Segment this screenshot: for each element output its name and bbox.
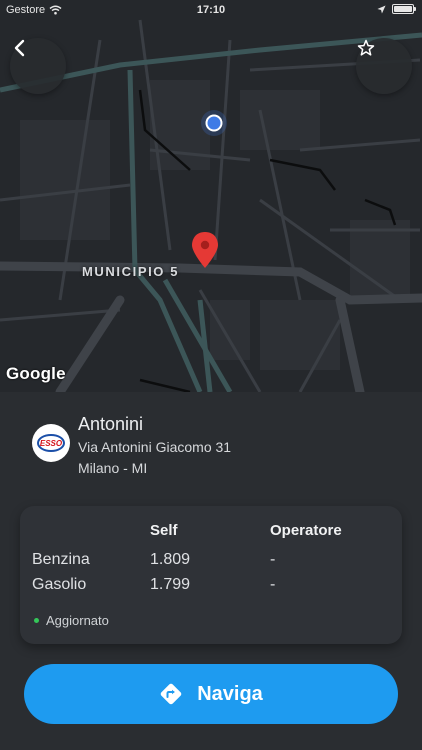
star-icon	[357, 39, 375, 56]
price-operator: -	[270, 576, 276, 593]
user-location-icon	[205, 114, 223, 132]
navigate-button[interactable]: Naviga	[24, 664, 398, 724]
map-view[interactable]: MUNICIPIO 5 Google	[0, 0, 422, 392]
update-status: Aggiornato	[34, 613, 109, 628]
esso-logo-icon: ESSO	[37, 434, 65, 452]
status-bar: Gestore 17:10	[0, 0, 422, 22]
battery-icon	[392, 4, 416, 14]
location-arrow-icon	[377, 4, 386, 14]
column-header-operator: Operatore	[270, 522, 342, 539]
chevron-left-icon	[14, 39, 25, 57]
back-button[interactable]	[10, 38, 66, 94]
price-self: 1.809	[150, 551, 191, 568]
price-card: Self Operatore Benzina 1.809 - Gasolio 1…	[20, 506, 402, 644]
price-self: 1.799	[150, 576, 191, 593]
price-row: Gasolio 1.799 -	[20, 576, 402, 598]
station-name: Antonini	[78, 414, 144, 434]
status-dot-icon	[34, 618, 39, 623]
price-operator: -	[270, 551, 276, 568]
column-header-self: Self	[150, 522, 178, 539]
station-info: ESSO Antonini Via Antonini Giacomo 31 Mi…	[32, 412, 392, 482]
update-status-label: Aggiornato	[46, 613, 109, 628]
station-address: Via Antonini Giacomo 31	[78, 439, 232, 455]
fuel-type: Benzina	[32, 551, 90, 568]
map-area-label: MUNICIPIO 5	[82, 264, 180, 279]
fuel-type: Gasolio	[32, 576, 87, 593]
favorite-button[interactable]	[356, 38, 412, 94]
brand-logo: ESSO	[32, 424, 70, 462]
navigate-label: Naviga	[197, 682, 263, 705]
station-city: Milano - MI	[78, 460, 148, 476]
status-time: 17:10	[196, 4, 226, 16]
google-attribution: Google	[6, 364, 66, 383]
price-row: Benzina 1.809 -	[20, 551, 402, 573]
directions-icon	[160, 683, 182, 705]
